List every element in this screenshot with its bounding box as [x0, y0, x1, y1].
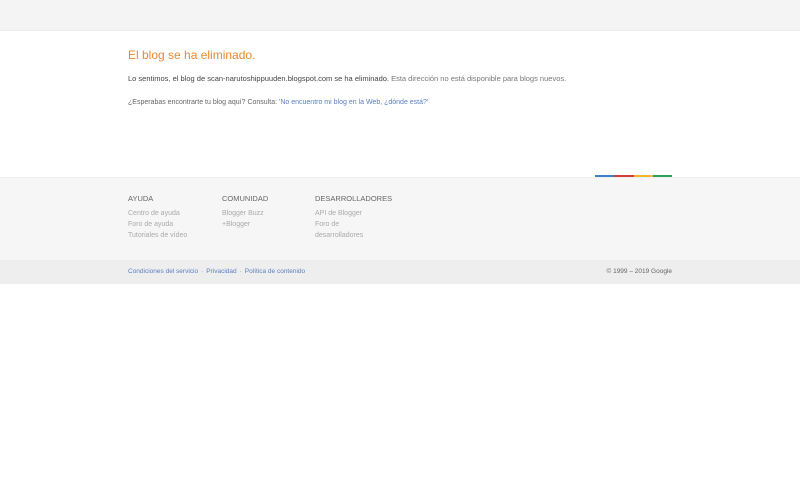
legal-links: Condiciones del servicio · Privacidad · Polí… — [128, 268, 305, 275]
deleted-message: Lo sentimos, el blog de scan-narutoshipp… — [128, 74, 566, 83]
footer-link-foro-ayuda[interactable]: Foro de ayuda — [128, 219, 187, 230]
footer-link-foro-dev[interactable]: Foro de — [315, 219, 392, 230]
page-title: El blog se ha eliminado. — [128, 48, 256, 62]
help-link[interactable]: 'No encuentro mi blog en la Web, ¿dónde … — [279, 99, 428, 106]
top-bar — [0, 0, 800, 31]
message-main: Lo sentimos, el blog de scan-narutoshipp… — [128, 74, 389, 83]
footer-heading-comunidad: Comunidad — [222, 194, 269, 203]
footer-heading-desarrolladores: Desarrolladores — [315, 194, 393, 203]
help-hint: ¿Esperabas encontrarte tu blog aquí? Con… — [128, 99, 428, 106]
footer-link-api[interactable]: API de Blogger — [315, 208, 392, 219]
footer: Ayuda Centro de ayuda Foro de ayuda Tuto… — [0, 177, 800, 260]
main-content: El blog se ha eliminado. Lo sentimos, el… — [0, 31, 800, 177]
footer-column-ayuda: Ayuda Centro de ayuda Foro de ayuda Tuto… — [128, 193, 187, 241]
footer-link-tutoriales[interactable]: Tutoriales de vídeo — [128, 230, 187, 241]
footer-heading-ayuda: Ayuda — [128, 194, 154, 203]
footer-link-blogger-buzz[interactable]: Blogger Buzz — [222, 208, 268, 219]
footer-column-comunidad: Comunidad Blogger Buzz +Blogger — [222, 193, 268, 230]
hint-prefix: ¿Esperabas encontrarte tu blog aquí? Con… — [128, 99, 278, 106]
separator: · — [239, 268, 242, 275]
privacy-link[interactable]: Privacidad — [206, 268, 236, 275]
footer-column-desarrolladores: Desarrolladores API de Blogger Foro de d… — [315, 193, 392, 241]
message-secondary: Esta dirección no está disponible para b… — [391, 74, 567, 83]
copyright: © 1999 – 2019 Google — [606, 268, 672, 275]
content-policy-link[interactable]: Política de contenido — [245, 268, 305, 275]
footer-link-desarrolladores[interactable]: desarrolladores — [315, 230, 392, 241]
footer-link-plus-blogger[interactable]: +Blogger — [222, 219, 268, 230]
terms-link[interactable]: Condiciones del servicio — [128, 268, 198, 275]
footer-link-centro-ayuda[interactable]: Centro de ayuda — [128, 208, 187, 219]
separator: · — [201, 268, 204, 275]
bottom-bar: Condiciones del servicio · Privacidad · Polí… — [0, 260, 800, 284]
